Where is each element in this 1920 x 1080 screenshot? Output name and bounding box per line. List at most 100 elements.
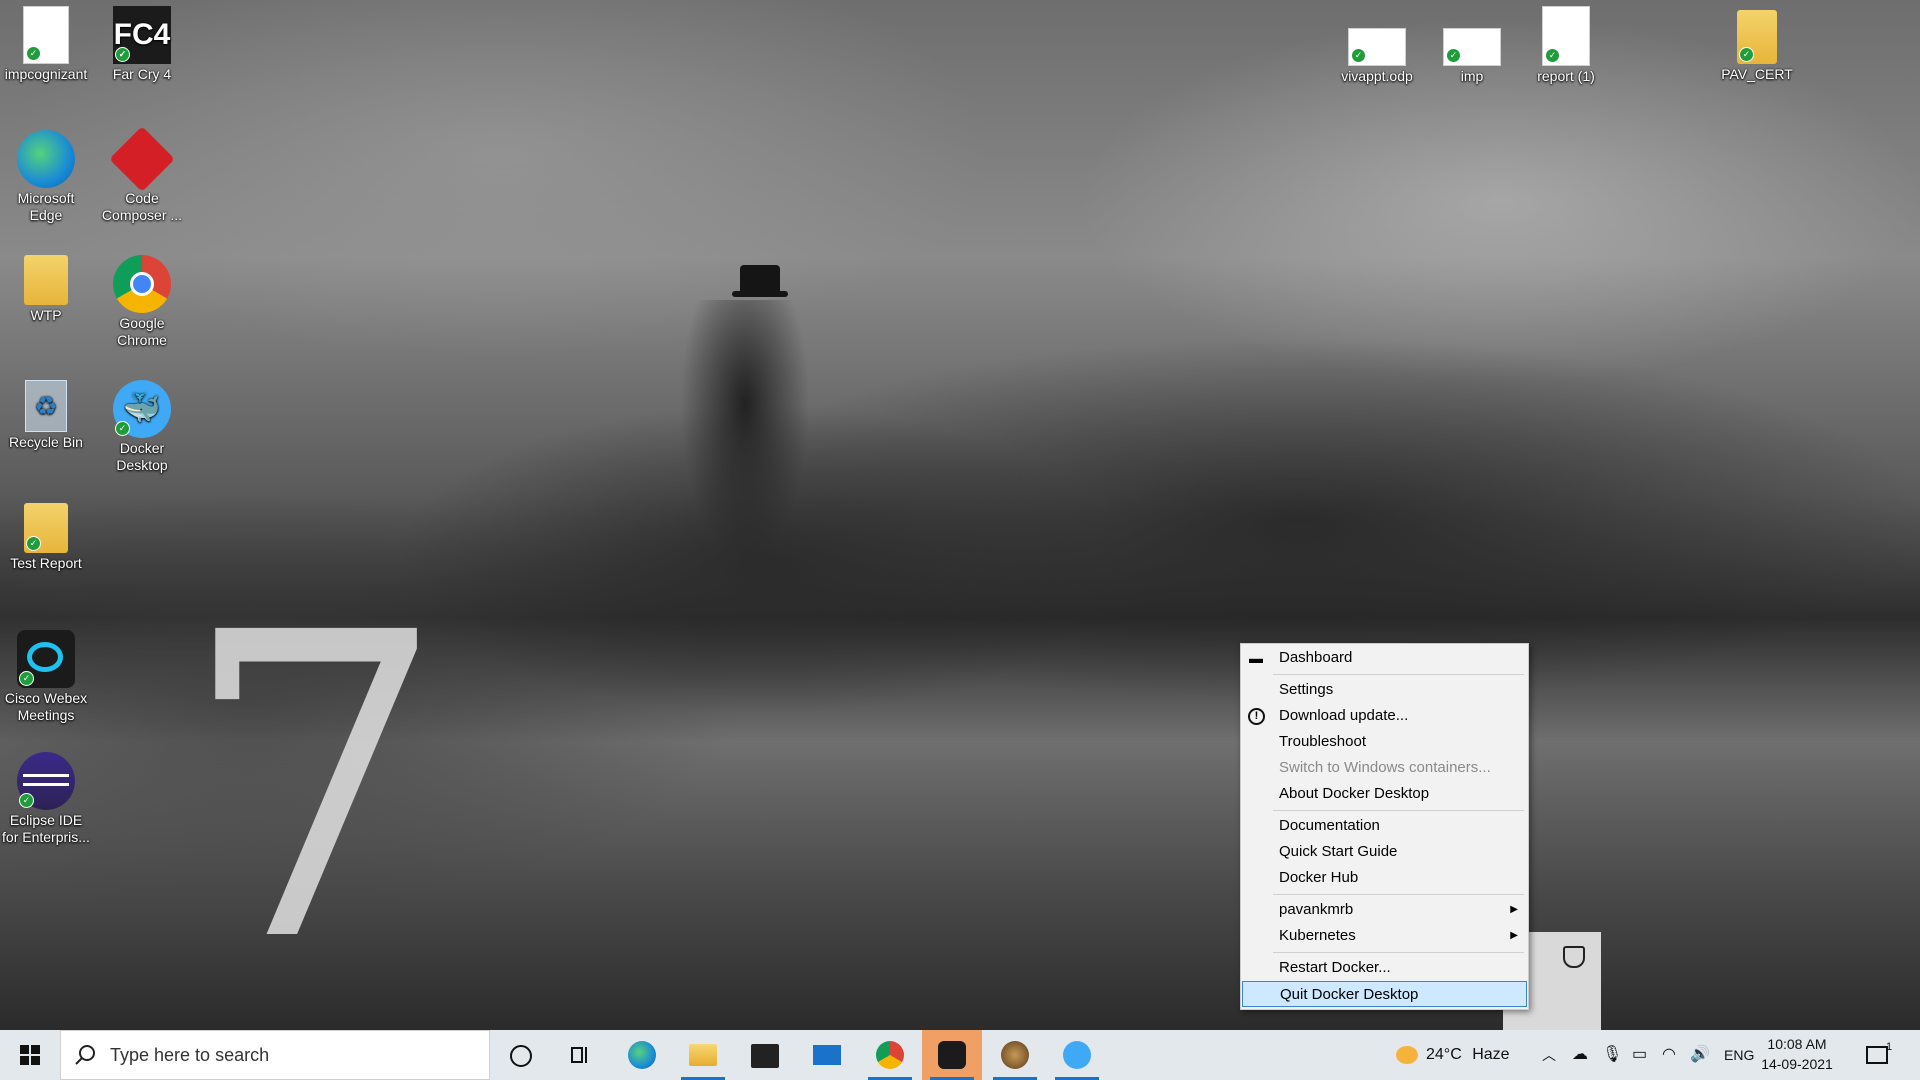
weather-haze-icon (1396, 1045, 1418, 1064)
menu-item-documentation[interactable]: Documentation (1241, 813, 1528, 839)
store-icon (751, 1044, 779, 1068)
taskbar-app-game[interactable] (985, 1030, 1045, 1080)
onedrive-cloud-icon[interactable]: ☁ (1572, 1030, 1588, 1080)
cortana-icon (510, 1045, 532, 1067)
menu-item-troubleshoot[interactable]: Troubleshoot (1241, 729, 1528, 755)
language-indicator[interactable]: ENG (1724, 1030, 1754, 1080)
desktop-icon-label: PAV_CERT (1721, 66, 1793, 82)
menu-item-account[interactable]: pavankmrb ▶ (1241, 897, 1528, 923)
webex-icon (938, 1041, 966, 1069)
game-icon: FC4 ✓ (113, 6, 171, 64)
desktop-icon-label: report (1) (1537, 68, 1595, 84)
submenu-arrow-icon: ▶ (1510, 930, 1518, 941)
menu-separator (1273, 810, 1524, 811)
security-shield-icon[interactable] (1563, 946, 1585, 968)
clock[interactable]: 10:08 AM 14-09-2021 (1757, 1034, 1837, 1074)
menu-item-docker-hub[interactable]: Docker Hub (1241, 865, 1528, 891)
desktop-icon-label: Eclipse IDE for Enterpris... (2, 812, 90, 845)
windows-logo-icon (20, 1045, 40, 1065)
desktop-icon-google-chrome[interactable]: Google Chrome (96, 255, 188, 349)
chrome-icon (876, 1041, 904, 1069)
game-icon (1001, 1041, 1029, 1069)
edge-pdf-icon: ✓ (1542, 6, 1590, 66)
taskbar-app-edge[interactable] (612, 1030, 672, 1080)
desktop-icon-impcognizant[interactable]: ✓ impcognizant (0, 6, 92, 83)
desktop-icon-label: Recycle Bin (9, 434, 83, 450)
desktop-icon-label: imp (1460, 68, 1484, 84)
desktop-icon-docker-desktop[interactable]: 🐳 ✓ Docker Desktop (96, 380, 188, 474)
start-button[interactable] (0, 1030, 60, 1080)
weather-temp: 24°C (1426, 1046, 1462, 1063)
clock-date: 14-09-2021 (1761, 1056, 1833, 1072)
desktop-icon-eclipse[interactable]: ✓ Eclipse IDE for Enterpris... (0, 752, 92, 846)
desktop-icon-label: impcognizant (4, 66, 88, 82)
desktop-icon-vivappt[interactable]: ✓ vivappt.odp (1331, 28, 1423, 85)
menu-item-kubernetes[interactable]: Kubernetes ▶ (1241, 923, 1528, 949)
document-icon: ✓ (1443, 28, 1501, 66)
desktop-icon-label: Far Cry 4 (112, 66, 172, 82)
notification-icon (1866, 1045, 1888, 1064)
webex-icon: ✓ (17, 630, 75, 688)
wifi-icon[interactable]: ◠ (1662, 1030, 1676, 1080)
file-explorer-icon (689, 1044, 717, 1066)
microphone-icon[interactable]: 🎙 (1602, 1030, 1622, 1080)
menu-separator (1273, 674, 1524, 675)
battery-icon[interactable]: ▭ (1632, 1030, 1647, 1080)
folder-icon (24, 255, 68, 305)
menu-separator (1273, 952, 1524, 953)
task-view-icon (571, 1047, 587, 1063)
volume-icon[interactable]: 🔊 (1690, 1030, 1710, 1080)
menu-item-quick-start[interactable]: Quick Start Guide (1241, 839, 1528, 865)
desktop-icon-label: WTP (30, 307, 62, 323)
menu-item-restart[interactable]: Restart Docker... (1241, 955, 1528, 981)
docker-context-menu: ▬ Dashboard Settings ! Download update..… (1240, 643, 1529, 1010)
wallpaper-hat (732, 265, 788, 297)
menu-item-switch-containers: Switch to Windows containers... (1279, 759, 1491, 776)
desktop-icon-recycle-bin[interactable]: ♻ Recycle Bin (0, 380, 92, 451)
taskbar-app-store[interactable] (735, 1030, 795, 1080)
eclipse-icon: ✓ (17, 752, 75, 810)
search-placeholder: Type here to search (110, 1045, 270, 1065)
taskbar-app-file-explorer[interactable] (673, 1030, 733, 1080)
folder-icon: ✓ (24, 503, 68, 553)
desktop-icon-test-report[interactable]: ✓ Test Report (0, 503, 92, 572)
submenu-arrow-icon: ▶ (1510, 904, 1518, 915)
search-box[interactable]: Type here to search (60, 1030, 490, 1080)
weather-widget[interactable]: 24°C Haze (1396, 1030, 1510, 1080)
desktop-background: 7 ✓ impcognizant FC4 ✓ Far Cry 4 ✓ vivapp… (0, 0, 1920, 1030)
taskbar-app-docker[interactable] (1047, 1030, 1107, 1080)
taskbar-app-chrome[interactable] (860, 1030, 920, 1080)
notification-count: 1 (1886, 1041, 1893, 1053)
docker-icon: 🐳 ✓ (113, 380, 171, 438)
task-view-button[interactable] (550, 1030, 610, 1080)
menu-item-download-update[interactable]: ! Download update... (1241, 703, 1528, 729)
desktop-icon-cisco-webex[interactable]: ✓ Cisco Webex Meetings (0, 630, 92, 724)
action-center-button[interactable]: 1 (1866, 1030, 1892, 1080)
taskbar-app-mail[interactable] (797, 1030, 857, 1080)
menu-item-dashboard[interactable]: ▬ Dashboard (1241, 645, 1528, 671)
wallpaper-numeral: 7 (180, 545, 448, 1030)
edge-icon (628, 1041, 656, 1069)
update-alert-icon: ! (1248, 708, 1265, 725)
menu-item-quit[interactable]: Quit Docker Desktop (1242, 981, 1527, 1007)
desktop-icon-label: vivappt.odp (1341, 68, 1413, 84)
desktop-icon-label: Microsoft Edge (17, 190, 75, 223)
zip-folder-icon: ✓ (1737, 10, 1777, 64)
menu-item-about[interactable]: About Docker Desktop (1241, 781, 1528, 807)
menu-item-settings[interactable]: Settings (1241, 677, 1528, 703)
clock-time: 10:08 AM (1767, 1036, 1827, 1052)
desktop-icon-code-composer[interactable]: Code Composer ... (96, 126, 188, 224)
desktop-icon-label: Test Report (10, 555, 82, 571)
desktop-icon-pav-cert[interactable]: ✓ PAV_CERT (1711, 10, 1803, 83)
desktop-icon-report[interactable]: ✓ report (1) (1520, 6, 1612, 85)
desktop-icon-imp[interactable]: ✓ imp (1426, 28, 1518, 85)
edge-icon (17, 130, 75, 188)
desktop-icon-microsoft-edge[interactable]: Microsoft Edge (0, 130, 92, 224)
cortana-button[interactable] (490, 1030, 550, 1080)
desktop-icon-label: Docker Desktop (116, 440, 168, 473)
show-hidden-icons-chevron-icon[interactable]: ︿ (1542, 1030, 1556, 1080)
taskbar: Type here to search 24°C Haze ︿ ☁ 🎙 ▭ ◠ … (0, 1030, 1920, 1080)
taskbar-app-webex[interactable] (922, 1030, 982, 1080)
desktop-icon-wtp[interactable]: WTP (0, 255, 92, 324)
desktop-icon-far-cry-4[interactable]: FC4 ✓ Far Cry 4 (96, 6, 188, 83)
